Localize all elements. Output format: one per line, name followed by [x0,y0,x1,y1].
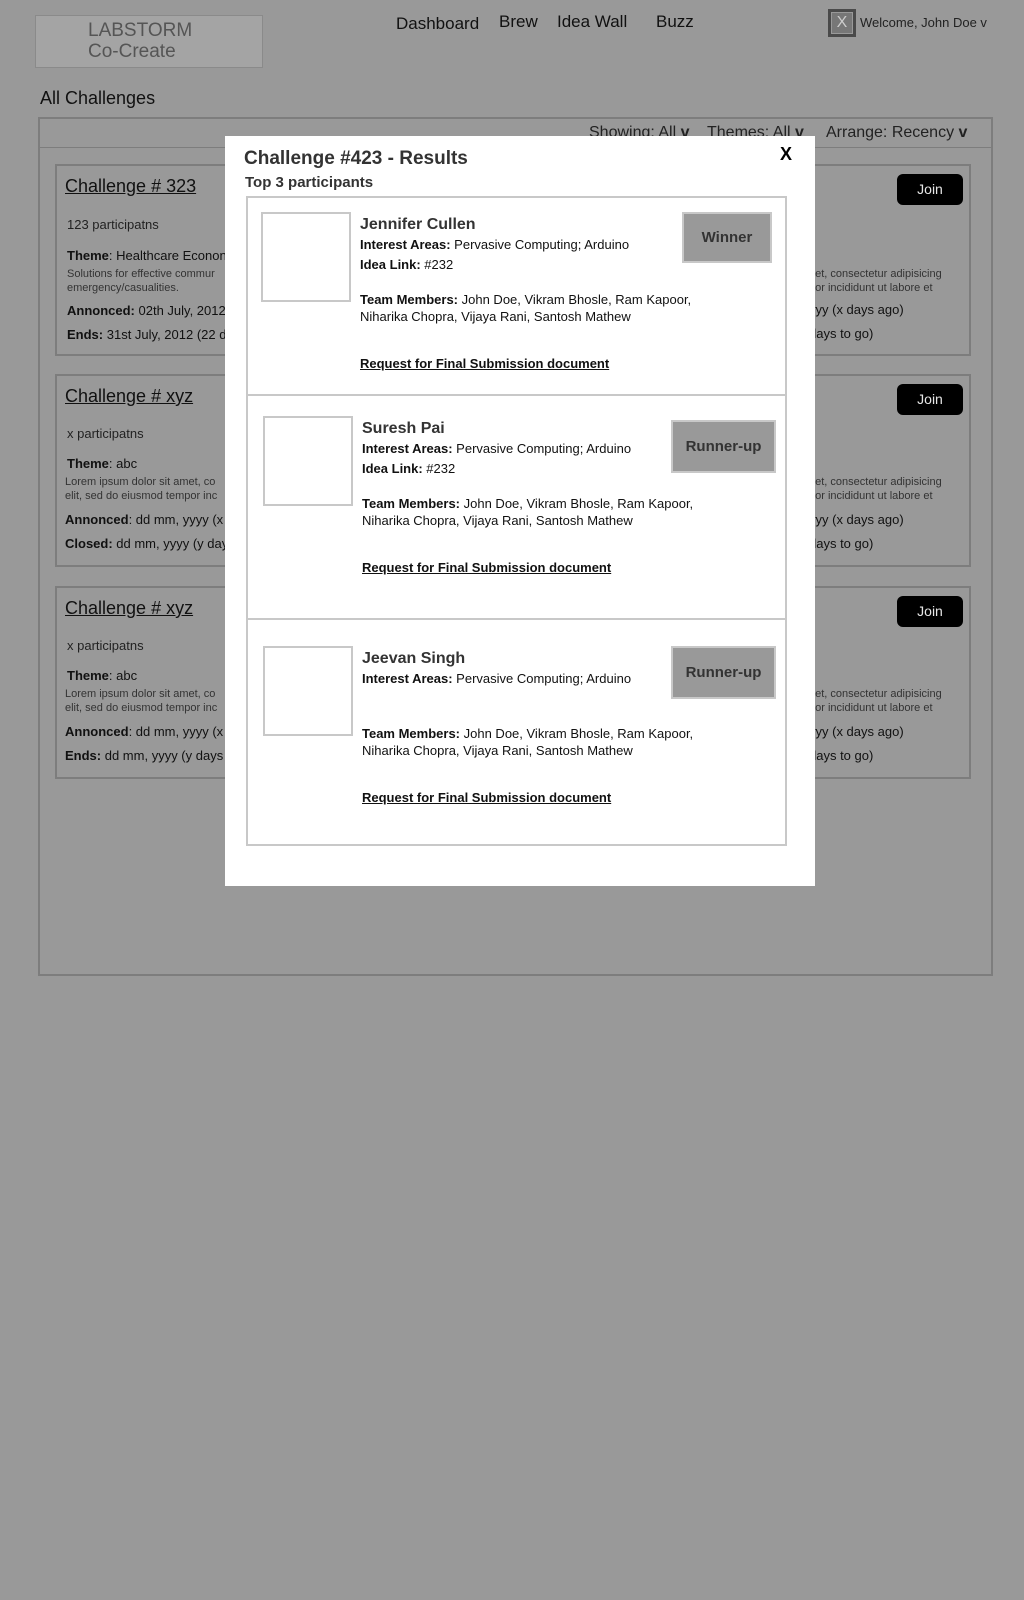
announced-ago: yyy (x days ago) [809,302,904,317]
filter-arrange[interactable]: Arrange: Recency v [826,124,967,142]
participant-name: Jennifer Cullen [360,216,476,233]
participant-name: Jeevan Singh [362,650,466,667]
join-button[interactable]: Join [897,174,963,205]
days-to-go: days to go) [809,326,874,341]
challenge-theme: Theme: abc [67,668,138,683]
logo[interactable]: LABSTORM Co-Create [35,15,263,68]
days-to-go: days to go) [809,748,874,763]
closed-date: Closed: dd mm, yyyy (y day [65,536,229,551]
results-modal: Challenge #423 - Results Top 3 participa… [225,136,815,886]
end-date: Ends: dd mm, yyyy (y days [65,748,224,763]
days-to-go: days to go) [809,536,874,551]
nav-idea-wall[interactable]: Idea Wall [557,12,627,32]
result-entry-winner: Jennifer Cullen Interest Areas: Pervasiv… [248,198,785,396]
idea-link: Idea Link: #232 [360,257,454,272]
participants-count: 123 participatns [67,217,159,232]
interest-areas: Interest Areas: Pervasive Computing; Ard… [362,671,632,686]
join-button[interactable]: Join [897,596,963,627]
result-entry-runner-up: Jeevan Singh Interest Areas: Pervasive C… [248,620,785,844]
team-members: Team Members: John Doe, Vikram Bhosle, R… [362,726,694,758]
interest-areas: Interest Areas: Pervasive Computing; Ard… [360,237,630,252]
avatar-placeholder-icon: X [831,12,853,34]
announced-date: Annonced: dd mm, yyyy (x [65,724,224,739]
request-submission-link[interactable]: Request for Final Submission document [362,790,611,805]
request-submission-link[interactable]: Request for Final Submission document [360,356,609,371]
modal-subtitle: Top 3 participants [245,174,374,191]
idea-link: Idea Link: #232 [362,461,456,476]
participant-photo [263,646,353,736]
challenge-title[interactable]: Challenge # 323 [65,176,196,197]
winner-badge: Winner [682,212,772,263]
challenge-title[interactable]: Challenge # xyz [65,386,193,407]
participants-count: x participatns [67,638,144,653]
runner-up-badge: Runner-up [671,420,776,473]
participants-count: x participatns [67,426,144,441]
join-button[interactable]: Join [897,384,963,415]
challenge-description: Solutions for effective commur emergency/… [67,268,215,294]
interest-areas: Interest Areas: Pervasive Computing; Ard… [362,441,632,456]
announced-date: Annonced: dd mm, yyyy (x [65,512,224,527]
challenge-title[interactable]: Challenge # xyz [65,598,193,619]
nav-brew[interactable]: Brew [499,12,538,32]
participant-photo [261,212,351,302]
close-icon[interactable]: X [780,144,792,165]
results-list: Jennifer Cullen Interest Areas: Pervasiv… [246,196,787,846]
challenge-description-right: net, consectetur adipisicing por incididu… [809,688,942,714]
nav-dashboard[interactable]: Dashboard [396,14,479,34]
request-submission-link[interactable]: Request for Final Submission document [362,560,611,575]
nav-buzz[interactable]: Buzz [656,12,694,32]
challenge-description-right: net, consectetur adipisicing por incididu… [809,476,942,502]
announced-ago: yyy (x days ago) [809,724,904,739]
modal-title: Challenge #423 - Results [244,148,468,169]
user-avatar-icon[interactable]: X [828,9,856,37]
team-members: Team Members: John Doe, Vikram Bhosle, R… [360,292,692,324]
chevron-down-icon: v [958,124,968,141]
challenge-theme: Theme: abc [67,456,138,471]
challenge-description: Lorem ipsum dolor sit amet, co elit, sed … [65,476,218,502]
challenge-description-right: net, consectetur adipisicing por incididu… [809,268,942,294]
challenge-theme: Theme: Healthcare Econon [67,248,227,263]
page-title: All Challenges [40,88,156,108]
participant-name: Suresh Pai [362,420,445,437]
runner-up-badge: Runner-up [671,646,776,699]
logo-line-1: LABSTORM [88,20,193,41]
end-date: Ends: 31st July, 2012 (22 day [67,327,241,342]
participant-photo [263,416,353,506]
team-members: Team Members: John Doe, Vikram Bhosle, R… [362,496,694,528]
announced-date: Annonced: 02th July, 2012 ( [67,303,234,318]
challenge-description: Lorem ipsum dolor sit amet, co elit, sed … [65,688,218,714]
announced-ago: yyy (x days ago) [809,512,904,527]
logo-line-2: Co-Create [88,41,176,62]
result-entry-runner-up: Suresh Pai Interest Areas: Pervasive Com… [248,396,785,620]
welcome-menu[interactable]: Welcome, John Doe v [860,15,987,30]
